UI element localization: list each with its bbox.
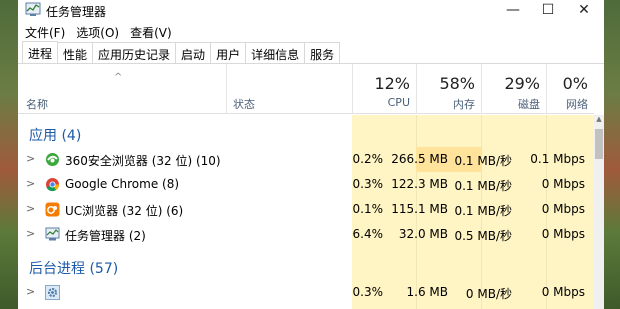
menu-view[interactable]: 查看(V)	[123, 21, 176, 41]
tab-processes[interactable]: 进程	[22, 41, 59, 64]
process-cpu: 6.4%	[352, 227, 384, 241]
close-button[interactable]: ✕	[564, 0, 604, 20]
process-disk: 0.5 MB/秒	[454, 229, 512, 243]
menu-bar: 文件(F) 选项(O) 查看(V)	[18, 21, 176, 41]
vertical-scrollbar[interactable]: ▲	[594, 115, 604, 309]
process-network: 0 Mbps	[541, 202, 585, 216]
group-background-processes: 后台进程 (57)	[29, 261, 119, 277]
tab-performance[interactable]: 性能	[57, 42, 94, 64]
task-manager-icon	[25, 2, 41, 17]
process-disk: 0 MB/秒	[465, 287, 512, 301]
process-row[interactable]: > 任务管理器 (2) 6.4% 32.0 MB 0.5 MB/秒 0 Mbps	[18, 222, 594, 247]
scroll-up-arrow-icon[interactable]: ▲	[594, 115, 604, 125]
process-row[interactable]: > UC浏览器 (32 位) (6) 0.1% 115.1 MB 0.1 MB/…	[18, 197, 594, 222]
process-memory: 122.3 MB	[391, 177, 448, 191]
disk-total: 29%	[504, 74, 540, 93]
scroll-thumb[interactable]	[595, 129, 603, 159]
task-manager-icon	[45, 227, 60, 242]
chrome-icon	[45, 177, 60, 192]
tab-startup[interactable]: 启动	[175, 42, 212, 64]
chevron-right-icon[interactable]: >	[26, 285, 35, 298]
maximize-button[interactable]: ☐	[528, 0, 568, 20]
cpu-label: CPU	[387, 96, 410, 109]
process-cpu: 0.1%	[352, 202, 384, 216]
menu-options[interactable]: 选项(O)	[69, 21, 123, 41]
process-name: UC浏览器 (32 位) (6)	[65, 204, 184, 218]
column-name[interactable]: 名称	[26, 96, 48, 112]
process-memory: 115.1 MB	[391, 202, 448, 216]
process-memory: 266.5 MB	[391, 152, 448, 166]
tab-services[interactable]: 服务	[304, 42, 341, 64]
network-total: 0%	[562, 74, 588, 93]
process-cpu: 0.3%	[352, 285, 384, 299]
tab-users[interactable]: 用户	[210, 42, 247, 64]
column-disk[interactable]: 29% 磁盘	[481, 64, 546, 114]
column-memory[interactable]: 58% 内存	[416, 64, 481, 114]
process-cpu: 0.2%	[352, 152, 384, 166]
process-network: 0 Mbps	[541, 177, 585, 191]
browser-360-icon	[45, 152, 60, 167]
title-bar: 任务管理器 — ☐ ✕	[18, 0, 604, 20]
process-cpu: 0.3%	[352, 177, 384, 191]
minimize-button[interactable]: —	[493, 0, 533, 20]
chevron-right-icon[interactable]: >	[26, 202, 35, 215]
column-status-label: 状态	[233, 98, 255, 111]
menu-file[interactable]: 文件(F)	[18, 21, 69, 41]
uc-browser-icon	[45, 202, 60, 217]
chevron-right-icon[interactable]: >	[26, 177, 35, 190]
process-name: Google Chrome (8)	[65, 177, 180, 191]
group-apps: 应用 (4)	[29, 128, 82, 144]
chevron-right-icon[interactable]: >	[26, 227, 35, 240]
column-network[interactable]: 0% 网络	[546, 64, 594, 114]
process-name: 360安全浏览器 (32 位) (10)	[65, 154, 221, 168]
process-disk: 0.1 MB/秒	[454, 179, 512, 193]
tab-strip: 进程 性能 应用历史记录 启动 用户 详细信息 服务	[22, 41, 341, 64]
cpu-total: 12%	[374, 74, 410, 93]
task-manager-window: 任务管理器 — ☐ ✕ 文件(F) 选项(O) 查看(V) 进程 性能 应用历史…	[18, 0, 604, 309]
process-memory: 32.0 MB	[398, 227, 448, 241]
chevron-right-icon[interactable]: >	[26, 152, 35, 165]
sort-chevron-up-icon: ^	[114, 72, 123, 83]
process-name: 任务管理器 (2)	[65, 229, 146, 243]
gear-icon	[45, 285, 60, 300]
process-row[interactable]: > 360安全浏览器 (32 位) (10) 0.2% 266.5 MB 0.1…	[18, 147, 594, 172]
column-header: ^ 名称 状态 12% CPU 58% 内存 29% 磁盘 0% 网络	[18, 64, 594, 114]
process-disk: 0.1 MB/秒	[454, 204, 512, 218]
memory-total: 58%	[439, 74, 475, 93]
disk-label: 磁盘	[518, 98, 540, 111]
process-network: 0.1 Mbps	[530, 152, 585, 166]
network-label: 网络	[566, 98, 588, 111]
tab-details[interactable]: 详细信息	[245, 42, 306, 64]
column-cpu[interactable]: 12% CPU	[352, 64, 416, 114]
memory-label: 内存	[453, 98, 475, 111]
tab-app-history[interactable]: 应用历史记录	[92, 42, 177, 64]
process-row[interactable]: > 0.3% 1.6 MB 0 MB/秒 0 Mbps	[18, 280, 594, 305]
process-network: 0 Mbps	[541, 285, 585, 299]
process-network: 0 Mbps	[541, 227, 585, 241]
process-memory: 1.6 MB	[406, 285, 448, 299]
window-title: 任务管理器	[46, 5, 107, 19]
process-row[interactable]: > Google Chrome (8) 0.3% 122.3 MB 0.1 MB…	[18, 172, 594, 197]
process-disk: 0.1 MB/秒	[454, 154, 512, 168]
